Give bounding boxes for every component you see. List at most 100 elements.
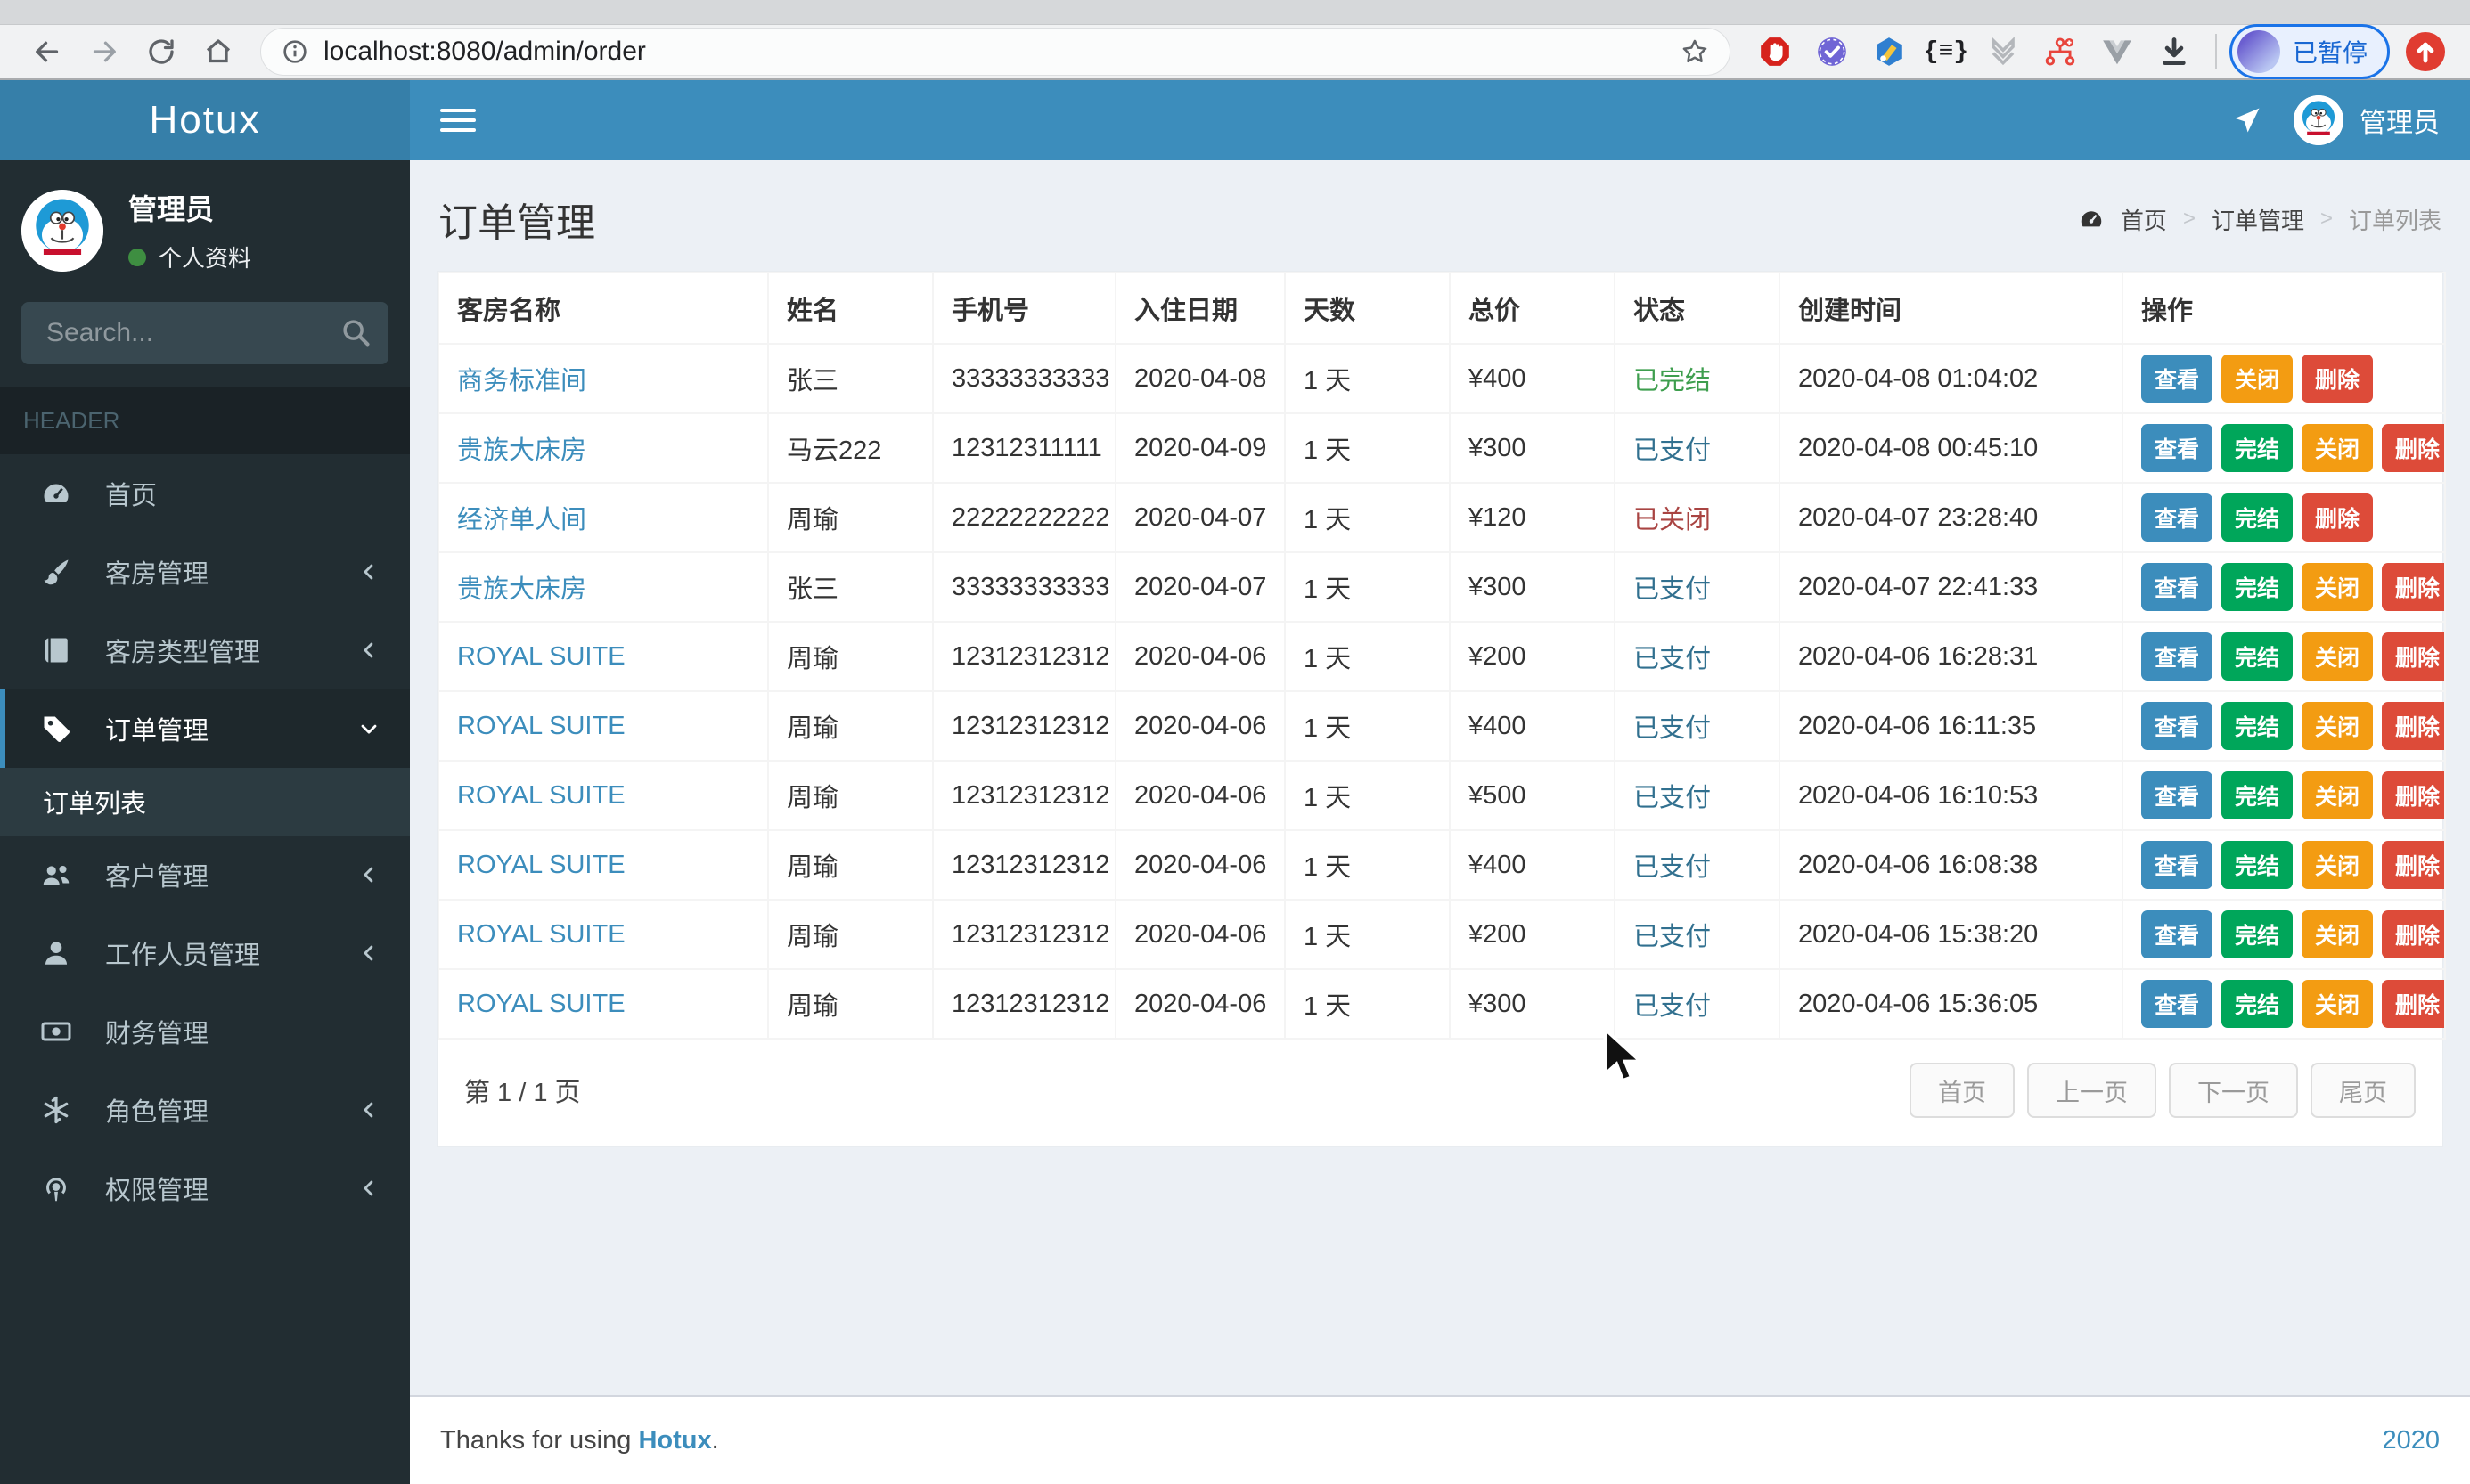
finish-button[interactable]: 完结 [2221,702,2294,750]
finish-button[interactable]: 完结 [2221,980,2294,1028]
sidebar-item-6[interactable]: 工作人员管理 [0,914,410,992]
delete-button[interactable]: 删除 [2382,563,2443,611]
actions-cell: 查看 完结 关闭 删除 [2122,899,2446,970]
home-icon[interactable] [194,28,242,76]
delete-button[interactable]: 删除 [2382,841,2443,889]
search-input[interactable] [21,302,388,364]
finish-button[interactable]: 完结 [2221,841,2294,889]
room-name-link[interactable]: 贵族大床房 [457,575,586,604]
delete-button[interactable]: 删除 [2382,632,2443,681]
created-time-cell: 2020-04-06 16:08:38 [1779,829,2123,901]
pager-last-button[interactable]: 尾页 [2311,1063,2416,1118]
sidebar-item-2[interactable]: 客房类型管理 [0,611,410,689]
view-button[interactable]: 查看 [2141,424,2213,472]
privacy-check-icon[interactable] [1814,34,1850,69]
sidebar-item-0[interactable]: 首页 [0,454,410,533]
sidebar-subitem-4[interactable]: 订单列表 [0,768,410,836]
close-button[interactable]: 关闭 [2302,841,2374,889]
delete-button[interactable]: 删除 [2302,355,2374,403]
status-text: 已支付 [1633,436,1712,465]
view-button[interactable]: 查看 [2141,355,2213,403]
delete-button[interactable]: 删除 [2382,702,2443,750]
pager-next-button[interactable]: 下一页 [2169,1063,2298,1118]
pager-first-button[interactable]: 首页 [1910,1063,2015,1118]
vue-icon[interactable] [2099,34,2135,69]
close-button[interactable]: 关闭 [2302,563,2374,611]
sidebar-item-3[interactable]: 订单管理 [0,689,410,768]
close-button[interactable]: 关闭 [2302,632,2374,681]
room-name-link[interactable]: 商务标准间 [457,367,586,395]
picker-icon[interactable] [1871,34,1907,69]
price-cell: ¥500 [1449,760,1615,831]
view-button[interactable]: 查看 [2141,771,2213,819]
room-name-link[interactable]: ROYAL SUITE [457,920,626,949]
updater-icon[interactable] [2404,30,2447,73]
view-button[interactable]: 查看 [2141,980,2213,1028]
user-menu[interactable]: 管理员 [2294,95,2440,145]
delete-button[interactable]: 删除 [2382,980,2443,1028]
room-name-link[interactable]: 贵族大床房 [457,436,586,465]
finish-button[interactable]: 完结 [2221,632,2294,681]
footer-brand-link[interactable]: Hotux [638,1426,711,1455]
pager-prev-button[interactable]: 上一页 [2027,1063,2156,1118]
room-name-link[interactable]: ROYAL SUITE [457,851,626,879]
breadcrumb-item-1[interactable]: 订单管理 [2212,203,2304,236]
room-name-link[interactable]: ROYAL SUITE [457,781,626,810]
brand-logo[interactable]: Hotux [0,80,410,160]
info-icon[interactable] [281,37,309,66]
url-text[interactable]: localhost:8080/admin/order [323,37,1669,67]
room-name-link[interactable]: ROYAL SUITE [457,642,626,671]
room-name-link[interactable]: 经济单人间 [457,506,586,534]
sidebar-item-5[interactable]: 客户管理 [0,836,410,914]
view-button[interactable]: 查看 [2141,563,2213,611]
view-button[interactable]: 查看 [2141,493,2213,542]
delete-button[interactable]: 删除 [2382,910,2443,958]
sidebar-toggle-icon[interactable] [440,109,476,132]
created-time-cell: 2020-04-07 22:41:33 [1779,551,2123,623]
finish-button[interactable]: 完结 [2221,563,2294,611]
sitemap-icon[interactable] [2042,34,2078,69]
close-button[interactable]: 关闭 [2302,980,2374,1028]
tag-icon [36,713,77,745]
finish-button[interactable]: 完结 [2221,910,2294,958]
room-name-link[interactable]: ROYAL SUITE [457,712,626,740]
page-indicator: 第 1 / 1 页 [464,1079,581,1107]
json-viewer-icon[interactable]: {≡} [1924,34,1968,69]
close-button[interactable]: 关闭 [2302,910,2374,958]
delete-button[interactable]: 删除 [2302,493,2374,542]
send-icon[interactable] [2231,104,2263,136]
finish-button[interactable]: 完结 [2221,493,2294,542]
reload-icon[interactable] [137,28,185,76]
view-button[interactable]: 查看 [2141,841,2213,889]
close-button[interactable]: 关闭 [2221,355,2294,403]
status-text: 已支付 [1633,645,1712,673]
back-icon[interactable] [23,28,71,76]
sidebar-item-1[interactable]: 客房管理 [0,533,410,611]
address-bar[interactable]: localhost:8080/admin/order [260,28,1730,76]
days-cell: 1 天 [1284,829,1451,901]
browser-profile-button[interactable]: 已暂停 [2229,24,2390,79]
search-icon[interactable] [339,315,372,352]
sidebar-profile-link[interactable]: 个人资料 [128,241,251,273]
delete-button[interactable]: 删除 [2382,771,2443,819]
adblock-icon[interactable] [1757,34,1793,69]
close-button[interactable]: 关闭 [2302,771,2374,819]
view-button[interactable]: 查看 [2141,632,2213,681]
chevrons-down-icon[interactable] [1985,34,2021,69]
bookmark-star-icon[interactable] [1680,37,1710,67]
sidebar-item-9[interactable]: 权限管理 [0,1149,410,1227]
forward-icon[interactable] [80,28,128,76]
close-button[interactable]: 关闭 [2302,424,2374,472]
delete-button[interactable]: 删除 [2382,424,2443,472]
view-button[interactable]: 查看 [2141,910,2213,958]
status-text: 已支付 [1633,992,1712,1021]
finish-button[interactable]: 完结 [2221,424,2294,472]
room-name-link[interactable]: ROYAL SUITE [457,990,626,1018]
finish-button[interactable]: 完结 [2221,771,2294,819]
sidebar-item-8[interactable]: 角色管理 [0,1071,410,1149]
sidebar-item-7[interactable]: 财务管理 [0,992,410,1071]
close-button[interactable]: 关闭 [2302,702,2374,750]
download-icon[interactable] [2156,34,2192,69]
breadcrumb-item-0[interactable]: 首页 [2121,203,2167,236]
view-button[interactable]: 查看 [2141,702,2213,750]
